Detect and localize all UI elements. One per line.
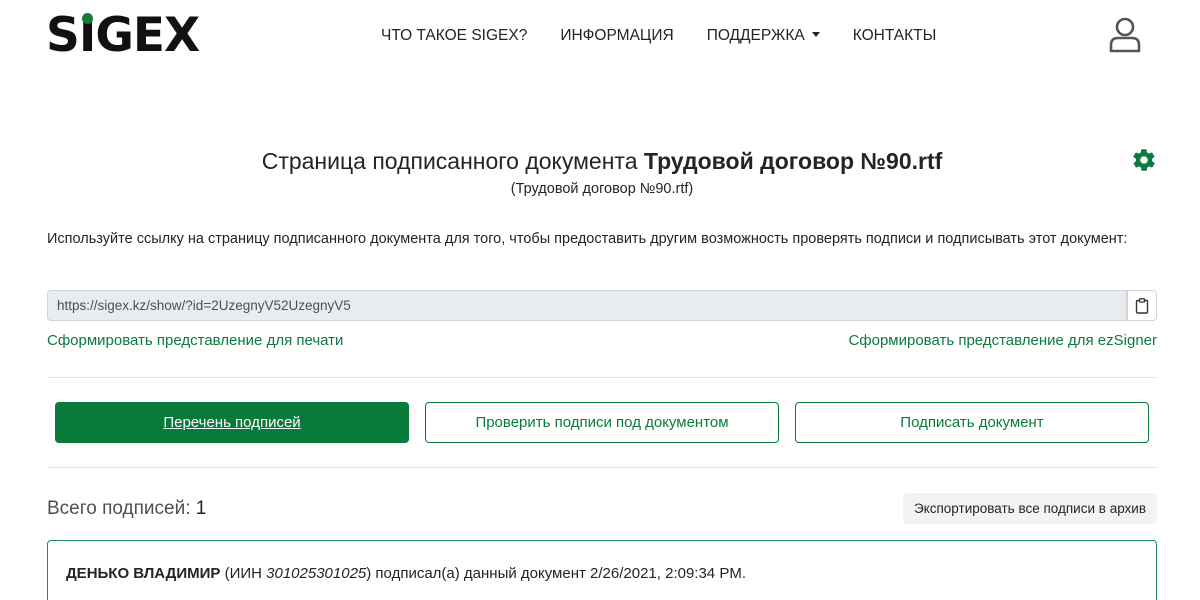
signatures-total: Всего подписей: 1	[47, 498, 207, 519]
ezsigner-view-link[interactable]: Сформировать представление для ezSigner	[848, 332, 1157, 349]
share-description: Используйте ссылку на страницу подписанн…	[47, 231, 1128, 247]
print-view-link[interactable]: Сформировать представление для печати	[47, 332, 343, 349]
divider	[47, 467, 1157, 468]
user-icon[interactable]	[1108, 17, 1142, 53]
signatures-count: 1	[195, 498, 207, 519]
main-nav: ЧТО ТАКОЕ SIGEX? ИНФОРМАЦИЯ ПОДДЕРЖКА КО…	[381, 26, 969, 46]
signature-info: ДЕНЬКО ВЛАДИМИР (ИИН 301025301025) подпи…	[66, 565, 746, 582]
document-url-field[interactable]: https://sigex.kz/show/?id=2UzegnyV52Uzeg…	[47, 290, 1127, 321]
signer-iin: 301025301025	[266, 565, 367, 582]
clipboard-icon	[1135, 297, 1149, 314]
nav-support-dropdown[interactable]: ПОДДЕРЖКА	[707, 26, 820, 46]
nav-information[interactable]: ИНФОРМАЦИЯ	[560, 26, 673, 46]
gear-icon[interactable]	[1131, 147, 1157, 173]
export-signatures-button[interactable]: Экспортировать все подписи в архив	[903, 493, 1157, 524]
nav-contacts[interactable]: КОНТАКТЫ	[853, 26, 937, 46]
signature-card: ДЕНЬКО ВЛАДИМИР (ИИН 301025301025) подпи…	[47, 540, 1157, 600]
copy-url-button[interactable]	[1127, 290, 1157, 321]
signatures-list-button[interactable]: Перечень подписей	[55, 402, 409, 443]
sign-document-button[interactable]: Подписать документ	[795, 402, 1149, 443]
nav-what-is-sigex[interactable]: ЧТО ТАКОЕ SIGEX?	[381, 26, 527, 46]
verify-signatures-button[interactable]: Проверить подписи под документом	[425, 402, 779, 443]
page-subtitle: (Трудовой договор №90.rtf)	[510, 181, 694, 197]
sigex-logo[interactable]: SI GEX	[46, 4, 200, 68]
divider	[47, 377, 1157, 378]
document-name: Трудовой договор №90.rtf	[643, 148, 943, 174]
signer-name: ДЕНЬКО ВЛАДИМИР	[66, 565, 221, 582]
site-header: SI GEX ЧТО ТАКОЕ SIGEX? ИНФОРМАЦИЯ ПОДДЕР…	[0, 0, 1200, 76]
caret-down-icon	[811, 32, 820, 37]
page-title: Страница подписанного документа Трудовой…	[261, 148, 943, 174]
